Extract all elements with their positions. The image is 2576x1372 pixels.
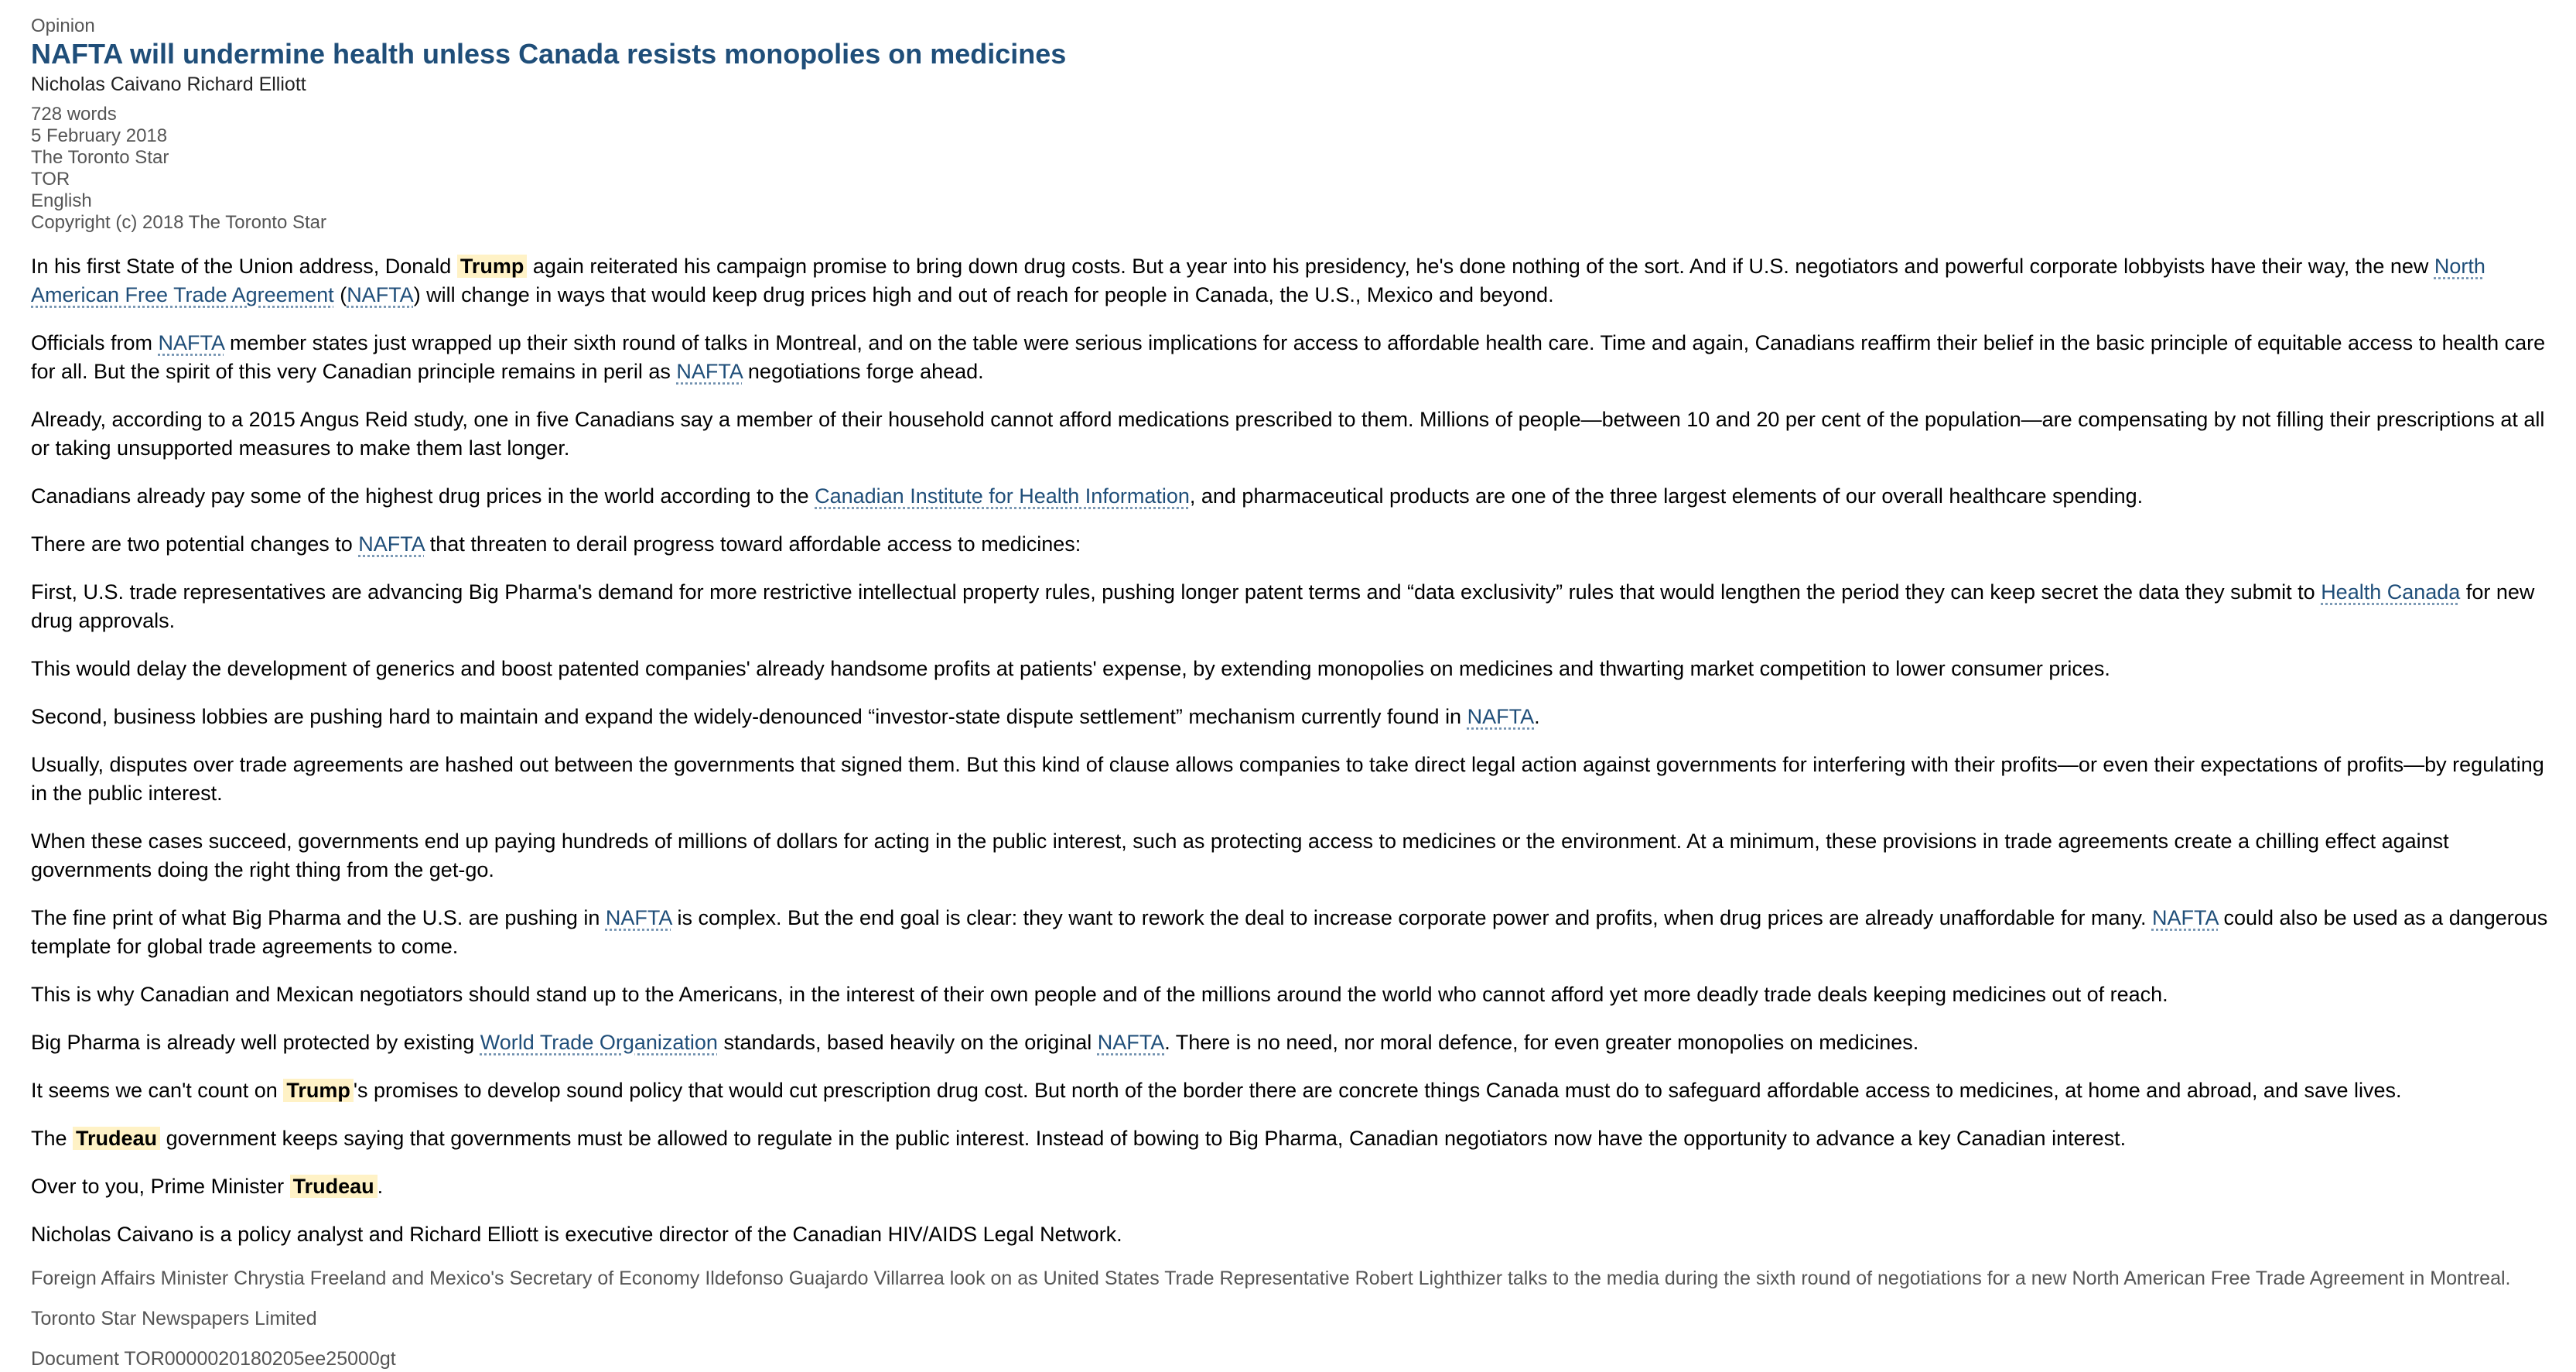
entity-link[interactable]: Health Canada bbox=[2321, 580, 2460, 604]
paragraph: First, U.S. trade representatives are ad… bbox=[31, 580, 2535, 632]
paragraph: Officials from NAFTA member states just … bbox=[31, 331, 2546, 383]
author-bio: Nicholas Caivano is a policy analyst and… bbox=[31, 1223, 1122, 1246]
paragraph: Usually, disputes over trade agreements … bbox=[31, 753, 2544, 805]
byline: Nicholas Caivano Richard Elliott bbox=[31, 74, 306, 95]
highlighted-term: Trudeau bbox=[73, 1127, 161, 1150]
paragraph: This would delay the development of gene… bbox=[31, 657, 2110, 680]
paragraph: Canadians already pay some of the highes… bbox=[31, 484, 2144, 508]
source-code: TOR bbox=[31, 169, 70, 190]
paragraph: Over to you, Prime Minister Trudeau. bbox=[31, 1175, 384, 1198]
entity-link[interactable]: NAFTA bbox=[347, 283, 414, 306]
highlighted-term: Trump bbox=[456, 255, 528, 278]
entity-link[interactable]: Canadian Institute for Health Informatio… bbox=[815, 484, 1190, 508]
article-metadata: 728 words 5 February 2018 The Toronto St… bbox=[31, 104, 2545, 234]
entity-link[interactable]: NAFTA bbox=[1467, 705, 1535, 728]
paragraph: There are two potential changes to NAFTA… bbox=[31, 532, 1081, 556]
language: English bbox=[31, 190, 92, 211]
entity-link[interactable]: NAFTA bbox=[159, 331, 224, 354]
paragraph: The Trudeau government keeps saying that… bbox=[31, 1127, 2127, 1150]
paragraph: When these cases succeed, governments en… bbox=[31, 830, 2449, 881]
entity-link[interactable]: NAFTA bbox=[1098, 1031, 1165, 1054]
entity-link[interactable]: NAFTA bbox=[2152, 906, 2218, 929]
entity-link[interactable]: NAFTA bbox=[676, 360, 742, 383]
publish-date: 5 February 2018 bbox=[31, 125, 168, 146]
paragraph: Second, business lobbies are pushing har… bbox=[31, 705, 1540, 728]
publication-name: The Toronto Star bbox=[31, 147, 169, 168]
article-body: In his first State of the Union address,… bbox=[31, 252, 2561, 1372]
article-page: Opinion NAFTA will undermine health unle… bbox=[0, 0, 2576, 1370]
document-id: Document TOR0000020180205ee25000gt bbox=[31, 1348, 396, 1370]
paragraph: In his first State of the Union address,… bbox=[31, 255, 2485, 306]
word-count: 728 words bbox=[31, 104, 117, 125]
section-label: Opinion bbox=[31, 15, 95, 36]
entity-link[interactable]: World Trade Organization bbox=[480, 1031, 718, 1054]
paragraph: The fine print of what Big Pharma and th… bbox=[31, 906, 2548, 958]
paragraph: Already, according to a 2015 Angus Reid … bbox=[31, 408, 2545, 460]
paragraph: Big Pharma is already well protected by … bbox=[31, 1031, 1919, 1054]
photo-caption: Foreign Affairs Minister Chrystia Freela… bbox=[31, 1268, 2511, 1289]
paragraph: This is why Canadian and Mexican negotia… bbox=[31, 983, 2168, 1006]
article-headline: NAFTA will undermine health unless Canad… bbox=[31, 38, 1067, 70]
entity-link[interactable]: NAFTA bbox=[358, 532, 424, 556]
highlighted-term: Trump bbox=[283, 1079, 354, 1102]
highlighted-term: Trudeau bbox=[289, 1175, 378, 1198]
copyright: Copyright (c) 2018 The Toronto Star bbox=[31, 212, 326, 233]
publisher-name: Toronto Star Newspapers Limited bbox=[31, 1308, 317, 1329]
paragraph: It seems we can't count on Trump's promi… bbox=[31, 1079, 2402, 1102]
entity-link[interactable]: NAFTA bbox=[606, 906, 671, 929]
